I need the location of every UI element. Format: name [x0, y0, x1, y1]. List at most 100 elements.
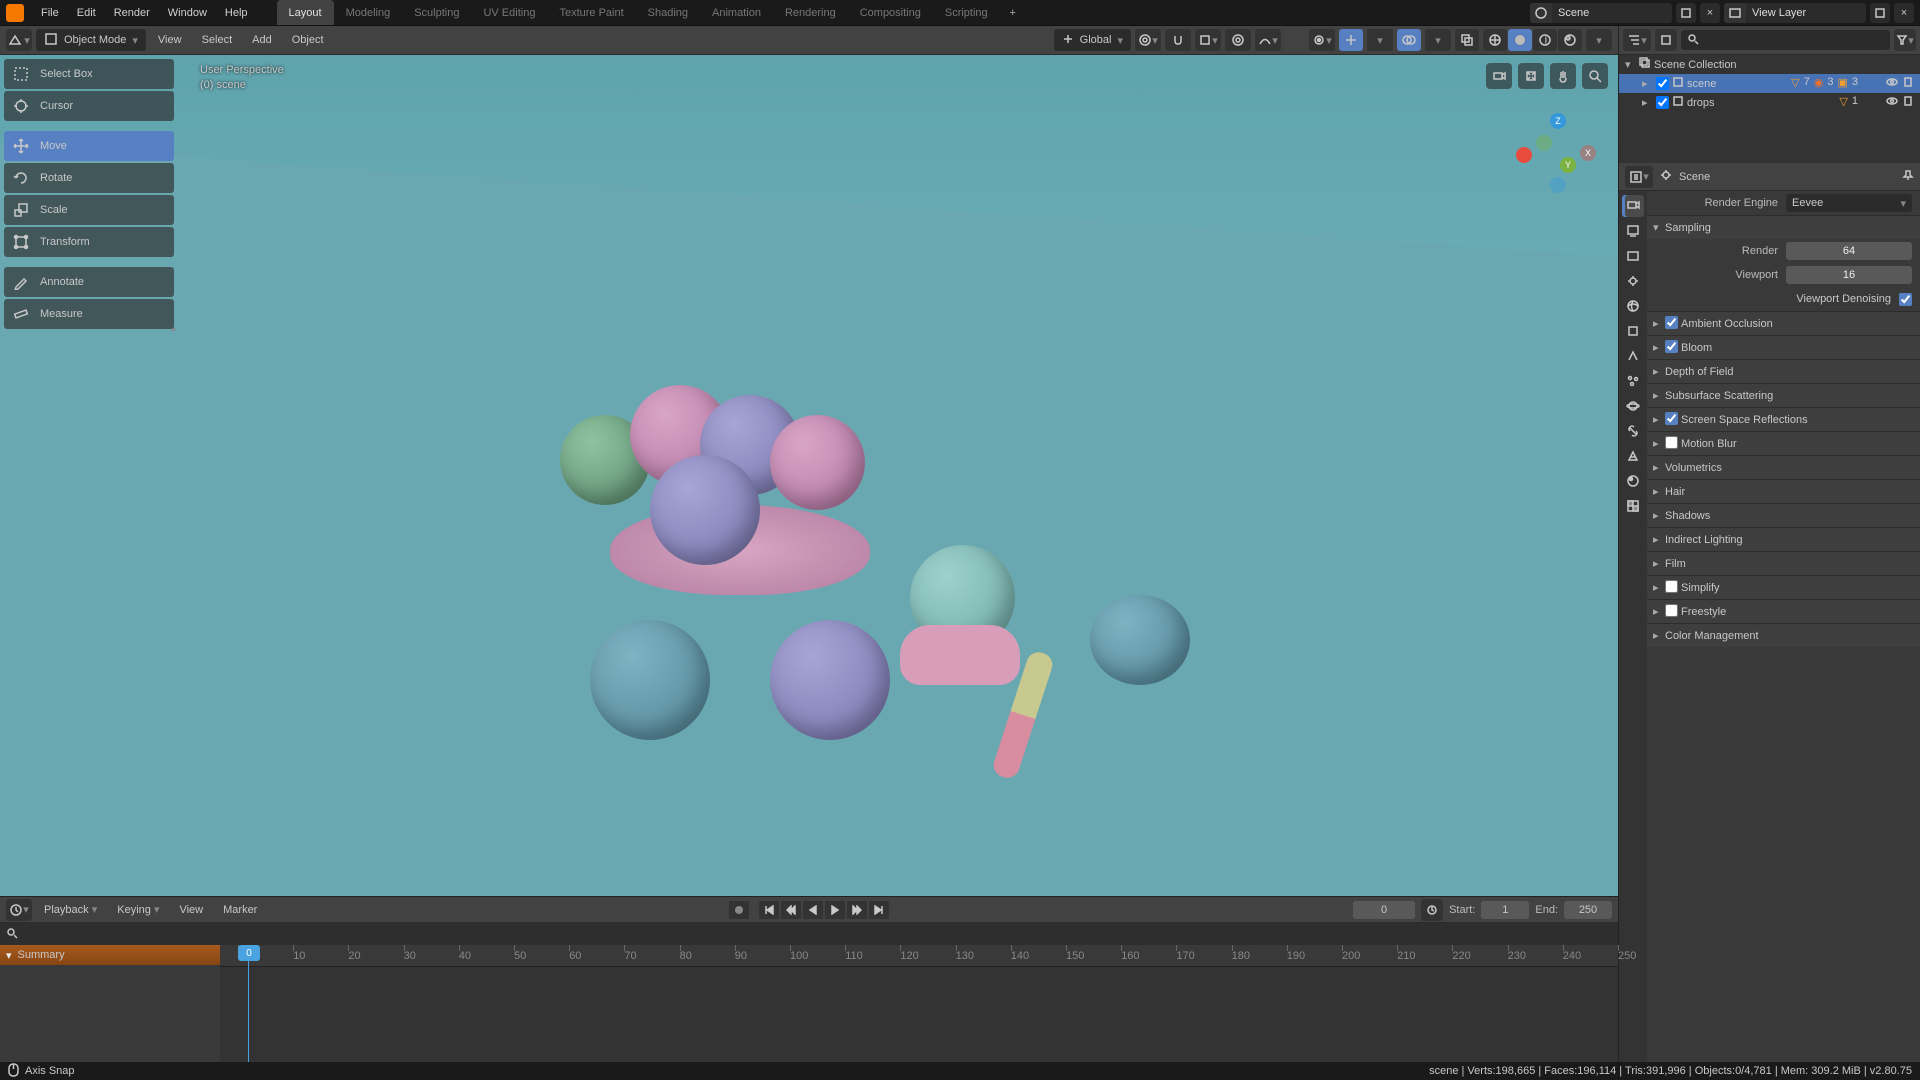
jump-end-button[interactable]	[869, 901, 889, 919]
playhead[interactable]: 0	[248, 945, 249, 1062]
start-frame-field[interactable]: 1	[1481, 901, 1529, 919]
jump-prev-keyframe[interactable]	[781, 901, 801, 919]
disable-icon[interactable]	[1902, 76, 1914, 91]
outliner-display-mode[interactable]	[1655, 29, 1677, 51]
visibility-selector[interactable]: ▾	[1309, 29, 1335, 51]
pivot-selector[interactable]: ▾	[1135, 29, 1161, 51]
timeline-menu-view[interactable]: View	[171, 904, 211, 916]
properties-tab-material[interactable]	[1622, 470, 1644, 492]
preview-range-toggle[interactable]	[1421, 899, 1443, 921]
sampling-viewport-field[interactable]: 16	[1786, 266, 1912, 284]
outliner-filter-button[interactable]: ▾	[1894, 29, 1916, 51]
jump-next-keyframe[interactable]	[847, 901, 867, 919]
overlays-toggle[interactable]	[1397, 29, 1421, 51]
shading-rendered[interactable]	[1558, 29, 1582, 51]
viewlayer-new-button[interactable]	[1870, 3, 1890, 23]
gizmo-toggle[interactable]	[1339, 29, 1363, 51]
simplify-checkbox[interactable]	[1665, 580, 1678, 593]
collection-enable-checkbox[interactable]	[1656, 96, 1669, 109]
panel-indirect-lighting[interactable]: ▸Indirect Lighting	[1647, 527, 1920, 551]
collection-enable-checkbox[interactable]	[1656, 77, 1669, 90]
timeline-summary-row[interactable]: ▾Summary	[0, 945, 220, 965]
camera-view-button[interactable]	[1486, 63, 1512, 89]
outliner-editor-selector[interactable]: ▾	[1623, 29, 1651, 51]
outliner-scene-collection[interactable]: ▾ Scene Collection	[1619, 55, 1920, 74]
viewport-menu-view[interactable]: View	[150, 34, 190, 46]
properties-tab-scene[interactable]	[1622, 270, 1644, 292]
tool-transform[interactable]: Transform	[4, 227, 174, 257]
eye-icon[interactable]	[1886, 95, 1898, 110]
tab-modeling[interactable]: Modeling	[334, 0, 403, 25]
sampling-render-field[interactable]: 64	[1786, 242, 1912, 260]
panel-motion-blur[interactable]: ▸Motion Blur	[1647, 431, 1920, 455]
tool-select-box[interactable]: Select Box	[4, 59, 174, 89]
outliner-search[interactable]	[1681, 30, 1890, 50]
tool-measure[interactable]: Measure	[4, 299, 174, 329]
zoom-button[interactable]	[1582, 63, 1608, 89]
panel-volumetrics[interactable]: ▸Volumetrics	[1647, 455, 1920, 479]
properties-tab-constraints[interactable]	[1622, 420, 1644, 442]
tool-cursor[interactable]: Cursor	[4, 91, 174, 121]
snap-selector[interactable]: ▾	[1195, 29, 1221, 51]
mode-selector[interactable]: Object Mode ▾	[36, 29, 146, 51]
timeline-menu-keying[interactable]: Keying ▾	[109, 903, 167, 916]
pan-button[interactable]	[1550, 63, 1576, 89]
shading-wireframe[interactable]	[1483, 29, 1507, 51]
menu-edit[interactable]: Edit	[68, 0, 105, 25]
shading-solid[interactable]	[1508, 29, 1532, 51]
tab-animation[interactable]: Animation	[700, 0, 773, 25]
play-button[interactable]	[825, 901, 845, 919]
properties-tab-data[interactable]	[1622, 445, 1644, 467]
panel-hair[interactable]: ▸Hair	[1647, 479, 1920, 503]
scene-new-button[interactable]	[1676, 3, 1696, 23]
panel-depth-of-field[interactable]: ▸Depth of Field	[1647, 359, 1920, 383]
panel-subsurface-scattering[interactable]: ▸Subsurface Scattering	[1647, 383, 1920, 407]
timeline-menu-playback[interactable]: Playback ▾	[36, 903, 105, 916]
outliner-item-drops[interactable]: ▸ drops ▽1	[1619, 93, 1920, 112]
overlays-selector[interactable]: ▾	[1425, 29, 1451, 51]
properties-tab-output[interactable]	[1622, 220, 1644, 242]
tab-sculpting[interactable]: Sculpting	[402, 0, 471, 25]
viewlayer-name-input[interactable]	[1746, 7, 1866, 19]
gizmo-selector[interactable]: ▾	[1367, 29, 1393, 51]
properties-tab-viewlayer[interactable]	[1622, 245, 1644, 267]
viewport-3d[interactable]: Select Box Cursor Move Rotate Scale	[0, 55, 1618, 896]
menu-window[interactable]: Window	[159, 0, 216, 25]
editor-type-selector[interactable]: ▾	[6, 29, 32, 51]
autokey-toggle[interactable]	[729, 901, 749, 919]
properties-tab-object[interactable]	[1622, 320, 1644, 342]
perspective-toggle[interactable]	[1518, 63, 1544, 89]
viewport-menu-add[interactable]: Add	[244, 34, 280, 46]
tab-texture-paint[interactable]: Texture Paint	[547, 0, 635, 25]
panel-bloom[interactable]: ▸Bloom	[1647, 335, 1920, 359]
orientation-selector[interactable]: Global ▾	[1054, 29, 1131, 51]
tool-rotate[interactable]: Rotate	[4, 163, 174, 193]
axis-x-neg[interactable]	[1516, 147, 1532, 163]
axis-z[interactable]: Z	[1550, 113, 1566, 129]
panel-shadows[interactable]: ▸Shadows	[1647, 503, 1920, 527]
bloom-checkbox[interactable]	[1665, 340, 1678, 353]
proportional-selector[interactable]: ▾	[1255, 29, 1281, 51]
proportional-toggle[interactable]	[1225, 29, 1251, 51]
menu-render[interactable]: Render	[105, 0, 159, 25]
menu-help[interactable]: Help	[216, 0, 257, 25]
outliner-tree[interactable]: ▾ Scene Collection ▸ scene ▽7 ◉3 ▣3	[1619, 55, 1920, 163]
shading-lookdev[interactable]	[1533, 29, 1557, 51]
render-engine-selector[interactable]: Eevee▾	[1786, 194, 1912, 212]
panel-ambient-occlusion[interactable]: ▸Ambient Occlusion	[1647, 311, 1920, 335]
end-frame-field[interactable]: 250	[1564, 901, 1612, 919]
pin-icon[interactable]	[1902, 169, 1914, 184]
panel-screen-space-reflections[interactable]: ▸Screen Space Reflections	[1647, 407, 1920, 431]
play-reverse-button[interactable]	[803, 901, 823, 919]
tool-scale[interactable]: Scale	[4, 195, 174, 225]
current-frame-field[interactable]: 0	[1353, 901, 1415, 919]
properties-tab-physics[interactable]	[1622, 395, 1644, 417]
axis-z-neg[interactable]	[1550, 177, 1566, 193]
ao-checkbox[interactable]	[1665, 316, 1678, 329]
properties-tab-modifiers[interactable]	[1622, 345, 1644, 367]
tab-add-button[interactable]: +	[1000, 0, 1026, 25]
navigation-gizmo[interactable]: Z X Y	[1518, 115, 1598, 195]
jump-start-button[interactable]	[759, 901, 779, 919]
tool-annotate[interactable]: Annotate	[4, 267, 174, 297]
panel-freestyle[interactable]: ▸Freestyle	[1647, 599, 1920, 623]
